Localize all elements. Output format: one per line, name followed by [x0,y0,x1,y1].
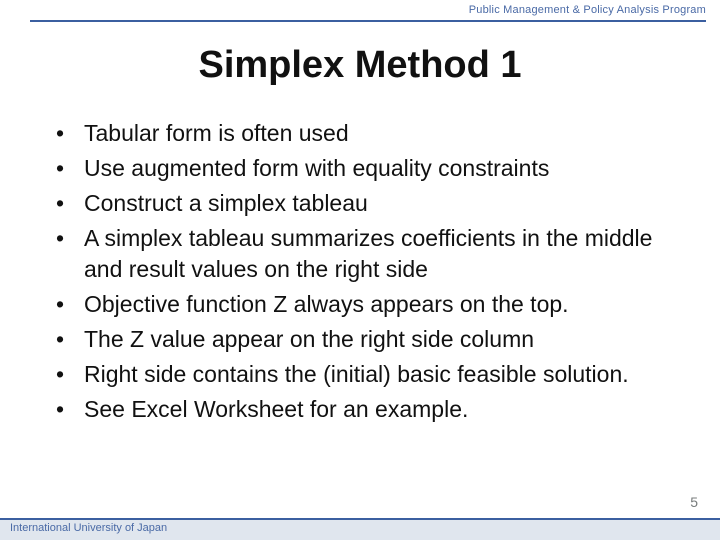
list-item: Construct a simplex tableau [56,188,680,219]
bullet-list: Tabular form is often used Use augmented… [56,118,680,425]
page-title: Simplex Method 1 [0,44,720,87]
list-item: Right side contains the (initial) basic … [56,359,680,390]
list-item: A simplex tableau summarizes coefficient… [56,223,680,285]
list-item: Tabular form is often used [56,118,680,149]
content-area: Tabular form is often used Use augmented… [56,118,680,429]
footer-bar: International University of Japan [0,518,720,540]
list-item: The Z value appear on the right side col… [56,324,680,355]
page-number: 5 [690,494,698,510]
slide: Public Management & Policy Analysis Prog… [0,0,720,540]
header-rule [30,20,706,22]
list-item: Objective function Z always appears on t… [56,289,680,320]
list-item: Use augmented form with equality constra… [56,153,680,184]
program-label: Public Management & Policy Analysis Prog… [469,4,706,16]
university-label: International University of Japan [10,522,167,534]
header-bar: Public Management & Policy Analysis Prog… [30,6,706,26]
list-item: See Excel Worksheet for an example. [56,394,680,425]
